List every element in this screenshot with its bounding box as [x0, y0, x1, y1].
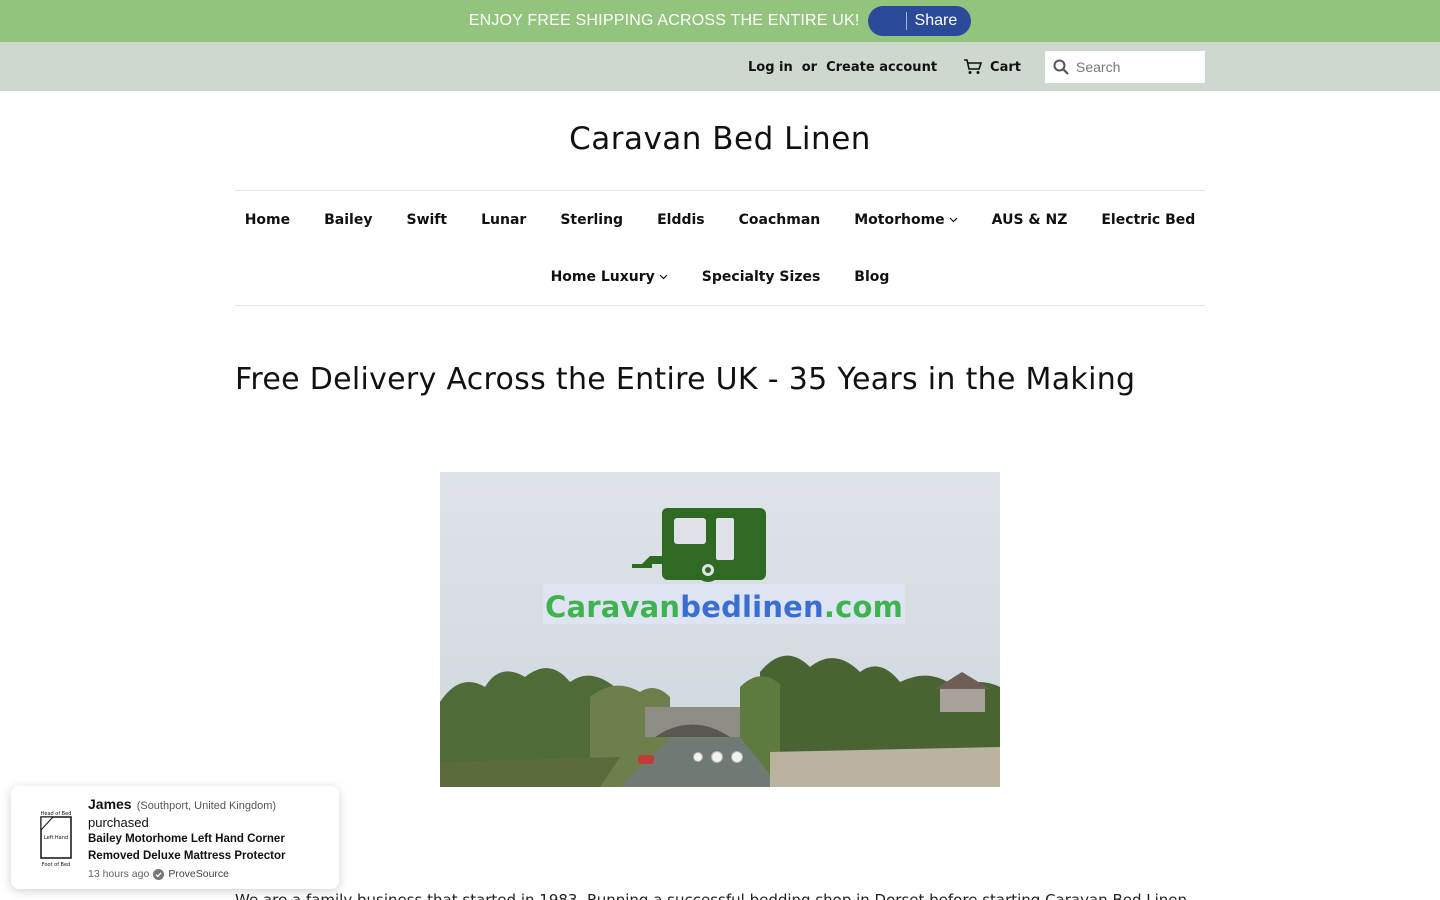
search-box — [1045, 51, 1205, 83]
search-icon[interactable] — [1053, 59, 1069, 75]
purchased-product[interactable]: Bailey Motorhome Left Hand Corner Remove… — [88, 831, 338, 865]
nav-item-lunar[interactable]: Lunar — [464, 212, 543, 228]
site-title[interactable]: Caravan Bed Linen — [0, 121, 1440, 157]
hero-slideshow[interactable]: Caravanbedlinen.com — [440, 472, 1000, 787]
main-navigation: Home Bailey Swift Lunar Sterling Elddis … — [235, 190, 1205, 306]
notification-meta: 13 hours ago ProveSource — [88, 868, 338, 880]
nav-label: Blog — [854, 268, 890, 285]
brand-part-2: bedlinen — [680, 590, 824, 624]
chevron-down-icon — [949, 217, 958, 222]
slide-dot-2[interactable] — [711, 751, 723, 763]
nav-label: Lunar — [481, 211, 527, 228]
cart-label: Cart — [990, 59, 1021, 75]
nav-item-elddis[interactable]: Elddis — [640, 212, 722, 228]
intro-paragraph: We are a family business that started in… — [235, 891, 1188, 900]
nav-item-coachman[interactable]: Coachman — [722, 212, 838, 228]
nav-row-2: Home Luxury Specialty Sizes Blog — [235, 248, 1205, 305]
nav-label: Home — [244, 211, 291, 228]
nav-label: Swift — [406, 211, 448, 228]
notification-time: 13 hours ago — [88, 868, 150, 880]
search-input[interactable] — [1076, 59, 1201, 75]
nav-label: Motorhome — [854, 211, 945, 228]
slide-dot-3[interactable] — [731, 751, 743, 763]
nav-label: Home Luxury — [550, 268, 655, 285]
customer-name: James — [88, 796, 132, 812]
chevron-down-icon — [659, 274, 668, 279]
brand-part-3: .com — [823, 590, 904, 624]
nav-row-1: Home Bailey Swift Lunar Sterling Elddis … — [235, 191, 1205, 248]
cart-icon — [964, 59, 983, 74]
slide-image — [440, 472, 1000, 787]
verified-check-icon — [153, 868, 165, 880]
product-thumbnail: Head of Bed Foot of Bed Left Hand — [25, 808, 87, 868]
brand-logo-text: Caravanbedlinen.com — [545, 590, 903, 624]
announcement-bar: ENJOY FREE SHIPPING ACROSS THE ENTIRE UK… — [0, 0, 1440, 42]
slide-dot-1[interactable] — [693, 752, 703, 762]
nav-label: Bailey — [324, 211, 373, 228]
thumb-left-label: Left Hand — [44, 835, 68, 841]
share-label: Share — [914, 12, 958, 29]
or-text: or — [801, 59, 818, 75]
customer-location: (Southport, United Kingdom) — [136, 800, 277, 812]
nav-item-swift[interactable]: Swift — [389, 212, 464, 228]
notification-source[interactable]: ProveSource — [168, 868, 229, 880]
nav-item-electric-bed[interactable]: Electric Bed — [1084, 212, 1212, 228]
page-heading: Free Delivery Across the Entire UK - 35 … — [235, 362, 1136, 397]
nav-label: Coachman — [738, 211, 821, 228]
purchase-notification[interactable]: Head of Bed Foot of Bed Left Hand James … — [11, 786, 339, 889]
nav-item-bailey[interactable]: Bailey — [307, 212, 389, 228]
share-separator — [905, 12, 907, 30]
thumb-head-label: Head of Bed — [41, 811, 72, 817]
nav-item-specialty-sizes[interactable]: Specialty Sizes — [685, 269, 838, 285]
nav-item-home[interactable]: Home — [228, 212, 307, 228]
nav-label: Electric Bed — [1101, 211, 1196, 228]
utility-bar: Log in or Create account Cart — [0, 42, 1440, 91]
nav-label: Elddis — [657, 211, 705, 228]
brand-part-1: Caravan — [545, 590, 681, 624]
announcement-text: ENJOY FREE SHIPPING ACROSS THE ENTIRE UK… — [468, 12, 860, 29]
create-account-link[interactable]: Create account — [826, 60, 937, 75]
nav-label: Sterling — [560, 211, 624, 228]
nav-item-sterling[interactable]: Sterling — [543, 212, 640, 228]
nav-item-motorhome[interactable]: Motorhome — [837, 212, 974, 228]
nav-item-blog[interactable]: Blog — [837, 269, 906, 285]
thumb-foot-label: Foot of Bed — [42, 862, 70, 868]
nav-item-aus-nz[interactable]: AUS & NZ — [975, 212, 1085, 228]
share-icon — [879, 15, 896, 26]
login-link[interactable]: Log in — [748, 60, 793, 75]
nav-label: Specialty Sizes — [701, 268, 821, 285]
share-button[interactable]: Share — [867, 6, 972, 36]
slideshow-dots — [693, 751, 743, 763]
nav-item-home-luxury[interactable]: Home Luxury — [534, 269, 685, 285]
nav-label: AUS & NZ — [991, 211, 1068, 228]
notification-body: James (Southport, United Kingdom) purcha… — [88, 794, 338, 880]
notification-action: purchased — [88, 815, 149, 830]
cart-link[interactable]: Cart — [963, 59, 1021, 75]
